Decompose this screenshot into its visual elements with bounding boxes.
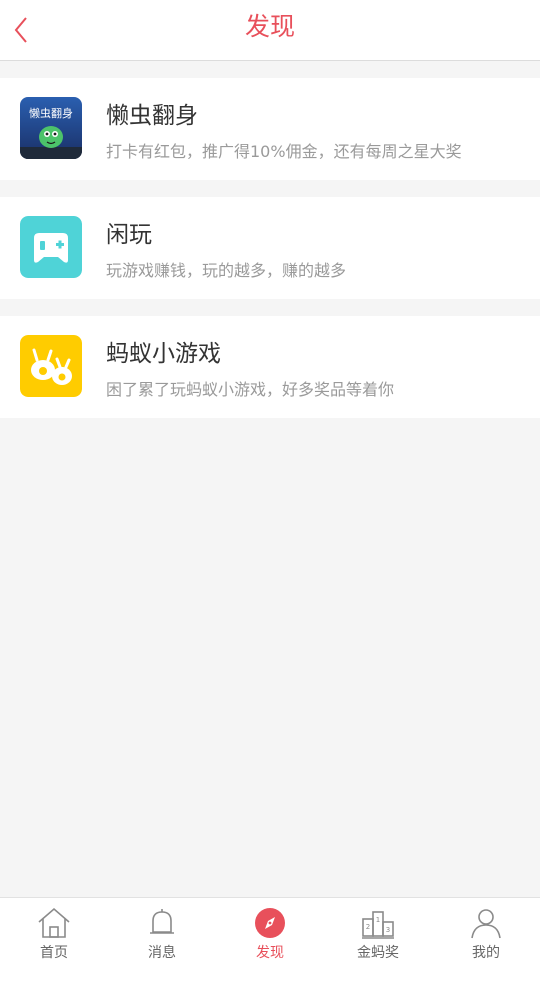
item-title: 蚂蚁小游戏 bbox=[106, 341, 221, 367]
svg-text:懒虫翻身: 懒虫翻身 bbox=[29, 106, 73, 120]
tab-golden-ant-award[interactable]: 1 2 3 金蚂奖 bbox=[324, 898, 432, 984]
item-title: 懒虫翻身 bbox=[106, 103, 198, 129]
tab-home[interactable]: 首页 bbox=[0, 898, 108, 984]
tab-profile[interactable]: 我的 bbox=[432, 898, 540, 984]
discover-list: 懒虫翻身 懒虫翻身 打卡有红包，推广得10%佣金，还有每周之星大奖 闲玩 玩游戏… bbox=[0, 78, 540, 435]
top-bar: 发现 bbox=[0, 0, 540, 61]
ant-game-app-icon bbox=[20, 335, 82, 397]
item-description: 困了累了玩蚂蚁小游戏，好多奖品等着你 bbox=[106, 380, 395, 399]
user-icon bbox=[471, 909, 501, 939]
item-description: 玩游戏赚钱，玩的越多，赚的越多 bbox=[106, 261, 347, 280]
svg-text:2: 2 bbox=[366, 923, 370, 931]
page-title: 发现 bbox=[244, 12, 295, 41]
list-item-lazy-bug[interactable]: 懒虫翻身 懒虫翻身 打卡有红包，推广得10%佣金，还有每周之星大奖 bbox=[0, 78, 540, 180]
tab-discover[interactable]: 发现 bbox=[216, 898, 324, 984]
list-item-xianwan[interactable]: 闲玩 玩游戏赚钱，玩的越多，赚的越多 bbox=[0, 197, 540, 299]
tab-messages[interactable]: 消息 bbox=[108, 898, 216, 984]
compass-icon bbox=[255, 908, 285, 938]
item-title: 闲玩 bbox=[106, 222, 152, 248]
tab-label: 金蚂奖 bbox=[357, 945, 399, 961]
bottom-tab-bar: 首页 消息 发现 1 2 3 金蚂奖 我的 bbox=[0, 897, 540, 984]
lazy-bug-app-icon: 懒虫翻身 bbox=[20, 97, 82, 159]
item-description: 打卡有红包，推广得10%佣金，还有每周之星大奖 bbox=[106, 142, 462, 161]
tab-label: 首页 bbox=[40, 945, 68, 961]
home-icon bbox=[38, 907, 70, 938]
tab-label: 消息 bbox=[148, 945, 176, 961]
tab-label: 发现 bbox=[256, 945, 284, 961]
list-item-ant-game[interactable]: 蚂蚁小游戏 困了累了玩蚂蚁小游戏，好多奖品等着你 bbox=[0, 316, 540, 418]
tab-label: 我的 bbox=[472, 945, 500, 961]
svg-text:3: 3 bbox=[386, 926, 390, 934]
bell-icon bbox=[150, 909, 174, 934]
podium-icon: 1 2 3 bbox=[362, 911, 394, 939]
svg-text:1: 1 bbox=[376, 916, 380, 924]
gamepad-app-icon bbox=[20, 216, 82, 278]
